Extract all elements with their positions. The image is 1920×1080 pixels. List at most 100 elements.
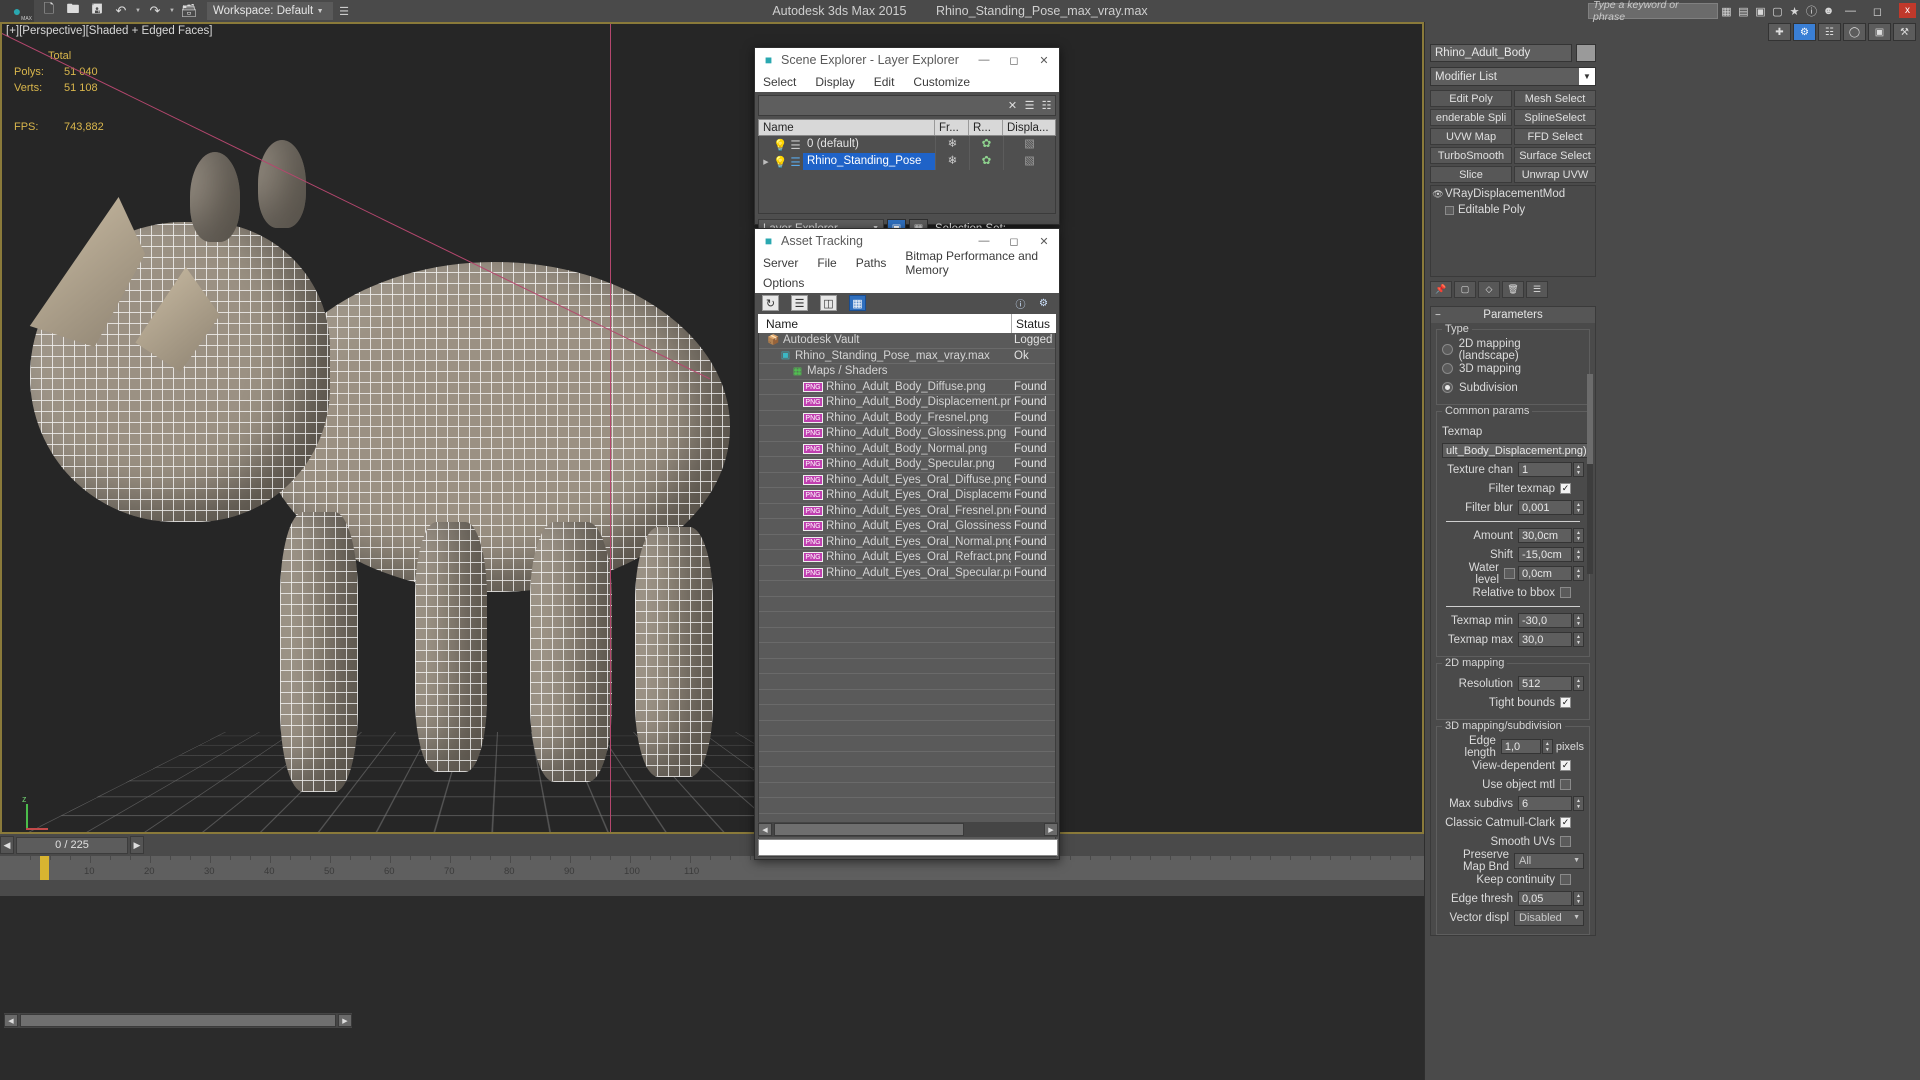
command-panel-scrollbar[interactable] <box>1587 374 1593 574</box>
at-menu-paths[interactable]: Paths <box>856 256 887 270</box>
asset-name-cell[interactable]: ▣ Rhino_Standing_Pose_max_vray.max <box>759 350 1011 362</box>
max-subdivs-spinner[interactable]: ▲ ▼ <box>1573 796 1584 811</box>
scroll-thumb[interactable] <box>20 1014 336 1027</box>
edge-length-spinner[interactable]: ▲ ▼ <box>1541 739 1553 754</box>
asset-row[interactable]: ▦ Maps / Shaders <box>759 364 1055 380</box>
viewport-label[interactable]: [+][Perspective][Shaded + Edged Faces] <box>6 25 213 37</box>
type-option-subdivision[interactable]: Subdivision <box>1442 379 1584 396</box>
water-level-checkbox[interactable] <box>1504 568 1515 579</box>
se-col-name[interactable]: Name <box>759 120 935 135</box>
open-icon[interactable]: 🖿 <box>62 1 84 21</box>
at-col-status[interactable]: Status <box>1012 314 1056 333</box>
classic-cc-checkbox[interactable]: ✓ <box>1560 817 1571 828</box>
asset-row[interactable]: PNG Rhino_Adult_Eyes_Oral_Specular.png Fou… <box>759 565 1055 581</box>
se-menu-edit[interactable]: Edit <box>874 75 895 89</box>
asset-row[interactable]: PNG Rhino_Adult_Body_Displacement.png Foun… <box>759 395 1055 411</box>
hierarchy-tab[interactable]: ☷ <box>1818 23 1841 41</box>
asset-name-cell[interactable]: PNG Rhino_Adult_Body_Fresnel.png <box>759 412 1011 424</box>
modifier-stack[interactable]: 👁 VRayDisplacementMod Editable Poly <box>1430 185 1596 277</box>
configure-sets-icon[interactable]: ☰ <box>1526 281 1548 298</box>
water-level-field[interactable]: 0,0cm <box>1518 566 1572 581</box>
asset-row[interactable]: PNG Rhino_Adult_Body_Fresnel.png Found <box>759 410 1055 426</box>
pin-stack-icon[interactable]: 📌 <box>1430 281 1452 298</box>
scroll-left-icon[interactable]: ◀ <box>758 823 772 836</box>
scroll-left-icon[interactable]: ◀ <box>4 1014 18 1027</box>
frame-counter[interactable]: 0 / 225 <box>16 836 128 854</box>
texmap-field[interactable]: ult_Body_Displacement.png) <box>1442 443 1588 458</box>
amount-field[interactable]: 30,0cm <box>1518 528 1572 543</box>
type-option-2d[interactable]: 2D mapping (landscape) <box>1442 338 1584 362</box>
select-from-scene-hscrollbar[interactable]: ◀ ▶ <box>4 1013 352 1028</box>
scroll-thumb[interactable] <box>1587 374 1593 464</box>
make-unique-icon[interactable]: ◇ <box>1478 281 1500 298</box>
frozen-cell[interactable]: ❄ <box>935 153 969 170</box>
scene-explorer-titlebar[interactable]: ■ Scene Explorer - Layer Explorer — ◻ ✕ <box>755 48 1059 72</box>
radio-3d-mapping[interactable] <box>1442 363 1453 374</box>
time-slider-handle[interactable] <box>40 856 49 880</box>
modifier-button[interactable]: TurboSmooth <box>1430 147 1512 164</box>
asset-name-cell[interactable]: ▦ Maps / Shaders <box>759 365 1011 377</box>
texmap-max-spinner[interactable]: ▲ ▼ <box>1573 632 1584 647</box>
asset-name-cell[interactable]: PNG Rhino_Adult_Body_Diffuse.png <box>759 381 1011 393</box>
texmap-value-row[interactable]: ult_Body_Displacement.png) <box>1442 442 1588 459</box>
save-icon[interactable]: 🖪 <box>86 1 108 21</box>
water-level-spinner[interactable]: ▲ ▼ <box>1573 566 1584 581</box>
layer-name[interactable]: 0 (default) <box>803 136 935 153</box>
render-cell[interactable]: ✿ <box>969 136 1003 153</box>
texmap-min-spinner[interactable]: ▲ ▼ <box>1573 613 1584 628</box>
help-icon[interactable]: ⓘ <box>1013 296 1028 311</box>
redo-dropdown-icon[interactable]: ▼ <box>168 8 176 14</box>
scene-explorer-layer-list[interactable]: 💡 ☰ 0 (default) ❄ ✿ ▧ ▶ 💡 ☰ Rhino_Standing_Pose ❄ ✿… <box>758 136 1056 214</box>
max-subdivs-field[interactable]: 6 <box>1518 796 1572 811</box>
star-icon[interactable]: ★ <box>1786 2 1803 20</box>
tight-bounds-checkbox[interactable]: ✓ <box>1560 697 1571 708</box>
filter-blur-field[interactable]: 0,001 <box>1518 500 1572 515</box>
vector-displ-select[interactable]: Disabled ▼ <box>1514 909 1584 926</box>
workspace-menu-icon[interactable]: ☰ <box>339 5 349 18</box>
radio-subdivision[interactable] <box>1442 382 1453 393</box>
texmap-max-field[interactable]: 30,0 <box>1518 632 1572 647</box>
asset-row[interactable]: PNG Rhino_Adult_Eyes_Oral_Fresnel.png Foun… <box>759 503 1055 519</box>
help-icon[interactable]: ⓘ <box>1803 2 1820 20</box>
asset-row[interactable]: ▣ Rhino_Standing_Pose_max_vray.max Ok <box>759 348 1055 364</box>
asset-row[interactable]: PNG Rhino_Adult_Body_Glossiness.png Found <box>759 426 1055 442</box>
modifier-checkbox[interactable] <box>1445 205 1454 215</box>
scene-explorer-maximize[interactable]: ◻ <box>999 48 1029 72</box>
at-menu-bitmap[interactable]: Bitmap Performance and Memory <box>905 249 1059 277</box>
modifier-button[interactable]: Edit Poly <box>1430 90 1512 107</box>
filter-icon[interactable]: ☰ <box>1021 96 1038 115</box>
project-folder-icon[interactable]: 🗃 <box>178 1 200 21</box>
shift-spinner[interactable]: ▲ ▼ <box>1573 547 1584 562</box>
settings-icon[interactable]: ⚙ <box>1036 296 1051 311</box>
object-name-field[interactable]: Rhino_Adult_Body <box>1430 44 1572 62</box>
asset-tracking-dialog[interactable]: ■ Asset Tracking — ◻ ✕ Server File Paths… <box>754 228 1060 860</box>
group-icon[interactable]: ▦ <box>1718 2 1735 20</box>
asset-row[interactable]: PNG Rhino_Adult_Body_Normal.png Found <box>759 441 1055 457</box>
redo-icon[interactable]: ↷ <box>144 1 166 21</box>
modifier-button[interactable]: Mesh Select <box>1514 90 1596 107</box>
expand-arrow-icon[interactable]: ▶ <box>759 158 773 166</box>
display-cell[interactable]: ▧ <box>1003 136 1055 153</box>
modify-tab[interactable]: ⚙ <box>1793 23 1816 41</box>
list-icon[interactable]: ☰ <box>791 295 808 311</box>
maximize-button[interactable]: ◻ <box>1864 0 1891 22</box>
modifier-button[interactable]: Unwrap UVW <box>1514 166 1596 183</box>
scene-explorer-close[interactable]: ✕ <box>1029 48 1059 72</box>
time-ruler[interactable]: 10 20 30 40 50 60 70 80 90 100 110 <box>0 856 1424 880</box>
modifier-button[interactable]: Slice <box>1430 166 1512 183</box>
lightbulb-icon[interactable]: 💡 <box>773 138 788 152</box>
asset-row[interactable]: PNG Rhino_Adult_Eyes_Oral_Refract.png Foun… <box>759 550 1055 566</box>
parameters-rollup-header[interactable]: − Parameters <box>1431 307 1595 323</box>
motion-tab[interactable]: ◯ <box>1843 23 1866 41</box>
remove-modifier-icon[interactable]: 🗑 <box>1502 281 1524 298</box>
scroll-right-icon[interactable]: ▶ <box>338 1014 352 1027</box>
undo-dropdown-icon[interactable]: ▼ <box>134 8 142 14</box>
asset-name-cell[interactable]: PNG Rhino_Adult_Body_Glossiness.png <box>759 427 1011 439</box>
scroll-right-icon[interactable]: ▶ <box>1044 823 1058 836</box>
asset-name-cell[interactable]: 📦 Autodesk Vault <box>759 334 1011 346</box>
texture-chan-field[interactable]: 1 <box>1518 462 1572 477</box>
preserve-map-select[interactable]: All ▼ <box>1514 852 1584 869</box>
workspace-selector[interactable]: Workspace: Default ▼ <box>207 2 334 20</box>
filter-blur-spinner[interactable]: ▲ ▼ <box>1573 500 1584 515</box>
modifier-button[interactable]: Surface Select <box>1514 147 1596 164</box>
